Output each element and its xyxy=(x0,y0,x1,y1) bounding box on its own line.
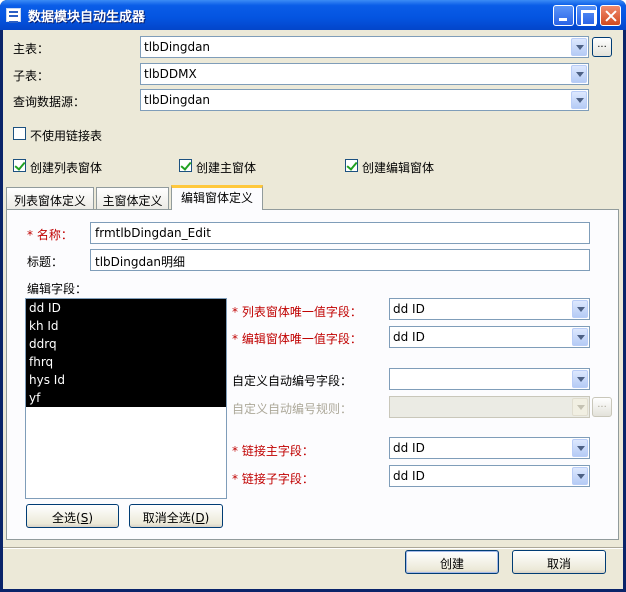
create-main-form-label: 创建主窗体 xyxy=(196,161,257,175)
app-window: 数据模块自动生成器 主表： tlbDingdan ... 子表： tlbDDMX… xyxy=(0,0,626,592)
tab-edit-form[interactable]: 编辑窗体定义 xyxy=(171,185,263,210)
main-table-browse-button[interactable]: ... xyxy=(592,37,612,57)
list-item[interactable]: fhrq xyxy=(26,353,226,371)
create-edit-form-checkbox[interactable] xyxy=(345,159,358,172)
no-link-table-label: 不使用链接表 xyxy=(30,129,103,143)
list-item[interactable]: yf xyxy=(26,389,226,407)
edit-fields-list[interactable]: dd ID kh Id ddrq fhrq hys Id yf xyxy=(25,298,227,499)
list-unique-field-value: dd ID xyxy=(393,302,425,316)
select-all-text: 全选( xyxy=(52,511,81,525)
tab-main-form[interactable]: 主窗体定义 xyxy=(96,187,169,209)
window-title: 数据模块自动生成器 xyxy=(28,10,146,25)
query-source-value: tlbDingdan xyxy=(144,93,211,107)
dialog-body: 主表： tlbDingdan ... 子表： tlbDDMX 查询数据源： tl… xyxy=(3,30,623,589)
edit-unique-field-combo[interactable]: dd ID xyxy=(389,326,590,348)
caption-label: 标题： xyxy=(27,255,64,269)
footer-divider xyxy=(3,547,623,549)
select-all-button[interactable]: 全选(S) xyxy=(26,504,119,528)
sub-table-value: tlbDDMX xyxy=(144,67,197,81)
form-name-label: * 名称： xyxy=(27,228,73,242)
create-edit-form-label: 创建编辑窗体 xyxy=(362,161,435,175)
chevron-down-icon[interactable] xyxy=(571,38,587,56)
link-sub-field-value: dd ID xyxy=(393,469,425,483)
query-source-combo[interactable]: tlbDingdan xyxy=(140,89,589,111)
auto-number-field-combo[interactable] xyxy=(389,368,590,390)
chevron-down-icon[interactable] xyxy=(572,370,588,388)
create-list-form-checkbox[interactable] xyxy=(13,159,26,172)
sub-table-label: 子表： xyxy=(13,69,50,83)
link-main-field-combo[interactable]: dd ID xyxy=(389,437,590,459)
caption-input[interactable]: tlbDingdan明细 xyxy=(90,249,590,271)
edit-unique-field-label: * 编辑窗体唯一值字段： xyxy=(232,332,362,346)
create-list-form-label: 创建列表窗体 xyxy=(30,161,103,175)
chevron-down-icon[interactable] xyxy=(571,65,587,83)
deselect-all-end: ) xyxy=(204,511,210,525)
list-item[interactable]: hys Id xyxy=(26,371,226,389)
deselect-all-button[interactable]: 取消全选(D) xyxy=(129,504,223,528)
edit-unique-field-value: dd ID xyxy=(393,330,425,344)
query-source-label: 查询数据源： xyxy=(13,95,86,109)
deselect-all-text: 取消全选( xyxy=(142,511,196,525)
list-item[interactable]: dd ID xyxy=(26,299,226,317)
auto-number-rule-combo xyxy=(389,396,590,418)
auto-number-field-label: 自定义自动编号字段： xyxy=(232,374,353,388)
link-sub-field-combo[interactable]: dd ID xyxy=(389,465,590,487)
list-unique-field-combo[interactable]: dd ID xyxy=(389,298,590,320)
create-main-form-checkbox[interactable] xyxy=(179,159,192,172)
chevron-down-icon[interactable] xyxy=(572,300,588,318)
maximize-button[interactable] xyxy=(576,5,597,26)
chevron-down-icon[interactable] xyxy=(571,91,587,109)
create-button[interactable]: 创建 xyxy=(405,550,499,574)
form-name-input[interactable]: frmtlbDingdan_Edit xyxy=(90,222,590,244)
link-main-field-label: * 链接主字段： xyxy=(232,444,314,458)
main-table-combo[interactable]: tlbDingdan xyxy=(140,36,589,58)
list-unique-field-label: * 列表窗体唯一值字段： xyxy=(232,305,362,319)
main-table-value: tlbDingdan xyxy=(144,40,211,54)
close-button[interactable] xyxy=(600,5,621,26)
cancel-button[interactable]: 取消 xyxy=(512,550,606,574)
chevron-down-icon[interactable] xyxy=(572,439,588,457)
chevron-down-icon[interactable] xyxy=(572,467,588,485)
list-item[interactable]: ddrq xyxy=(26,335,226,353)
no-link-table-checkbox[interactable] xyxy=(13,127,26,140)
auto-number-rule-browse-button: ... xyxy=(592,397,612,417)
chevron-down-icon xyxy=(572,398,588,416)
chevron-down-icon[interactable] xyxy=(572,328,588,346)
main-table-label: 主表： xyxy=(13,42,50,56)
sub-table-combo[interactable]: tlbDDMX xyxy=(140,63,589,85)
list-item[interactable]: kh Id xyxy=(26,317,226,335)
minimize-button[interactable] xyxy=(553,5,574,26)
tab-list-form[interactable]: 列表窗体定义 xyxy=(6,187,94,209)
deselect-all-accesskey: D xyxy=(195,511,205,525)
link-sub-field-label: * 链接子字段： xyxy=(232,472,314,486)
edit-fields-label: 编辑字段： xyxy=(27,282,88,296)
app-icon xyxy=(6,8,21,23)
link-main-field-value: dd ID xyxy=(393,441,425,455)
select-all-end: ) xyxy=(88,511,93,525)
auto-number-rule-label: 自定义自动编号规则： xyxy=(232,402,353,416)
title-bar[interactable]: 数据模块自动生成器 xyxy=(0,0,626,30)
